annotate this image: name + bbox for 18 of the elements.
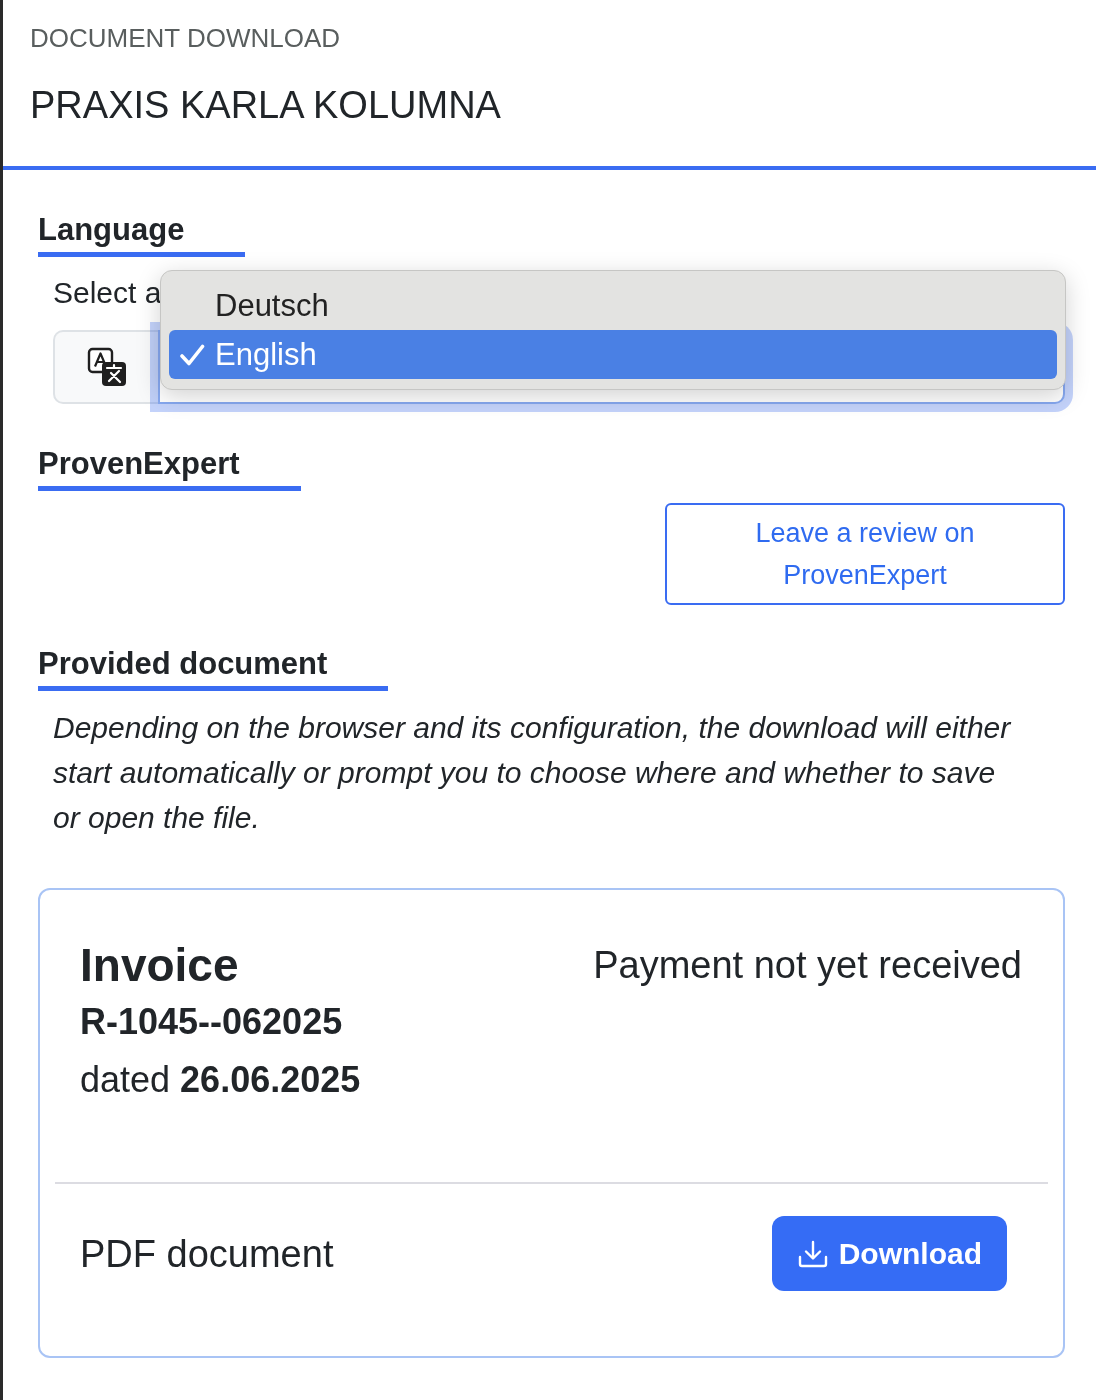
language-option[interactable]: English bbox=[169, 330, 1057, 379]
download-icon bbox=[796, 1239, 829, 1268]
payment-status: Payment not yet received bbox=[593, 943, 1022, 988]
document-type: Invoice bbox=[80, 938, 239, 993]
section-heading: ProvenExpert bbox=[38, 444, 301, 491]
page-kicker: DOCUMENT DOWNLOAD bbox=[30, 22, 341, 54]
field-label: Select a bbox=[53, 275, 162, 311]
review-button[interactable]: Leave a review on ProvenExpert bbox=[665, 503, 1065, 605]
file-type: PDF document bbox=[80, 1231, 334, 1277]
practice-name: PRAXIS KARLA KOLUMNA bbox=[30, 83, 501, 128]
download-note: Depending on the browser and its configuration, the download will either start automatically or prompt you to choose where and whether to save or open the file. bbox=[53, 710, 1012, 836]
document-date: dated 26.06.2025 bbox=[80, 1058, 361, 1102]
document-number: R-1045--062025 bbox=[80, 1000, 343, 1044]
download-button[interactable]: Download bbox=[771, 1216, 1007, 1291]
section-heading: Provided document bbox=[38, 644, 389, 691]
language-option[interactable]: Deutsch bbox=[169, 281, 1057, 330]
translate-icon bbox=[86, 347, 127, 387]
section-heading: Language bbox=[38, 210, 246, 257]
